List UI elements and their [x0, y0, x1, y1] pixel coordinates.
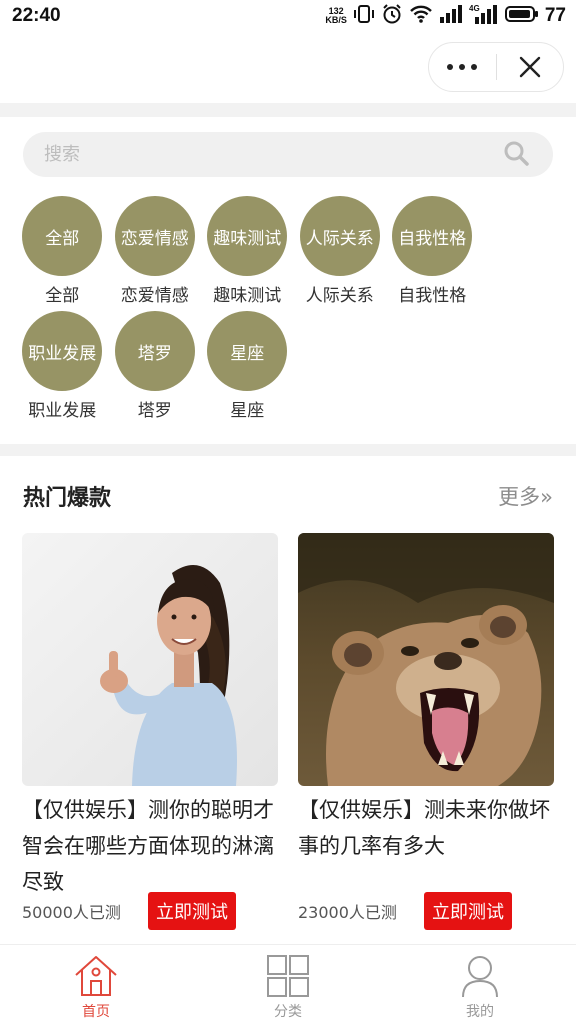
hot-section-title: 热门爆款: [23, 476, 132, 512]
quiz-thumbnail-woman-thumbs-up[interactable]: [22, 533, 278, 786]
status-bar: 22:40 132 KB/S 4G 77: [0, 0, 576, 32]
tab-label: 分类: [274, 1004, 302, 1020]
wifi-icon: [409, 4, 433, 28]
net-speed: 132 KB/S: [325, 7, 347, 25]
category-circle[interactable]: 恋爱情感: [114, 196, 195, 276]
category-label: 自我性格: [398, 286, 467, 306]
category-circle[interactable]: 全部: [22, 196, 103, 276]
quiz-footer: 23000人已测 立即测试: [298, 892, 554, 930]
category-label: 职业发展: [28, 401, 97, 421]
network-type-label: 4G: [469, 4, 480, 13]
more-dots-icon: [447, 64, 478, 70]
category-circle[interactable]: 人际关系: [299, 196, 380, 276]
search-input[interactable]: [44, 144, 464, 165]
signal-4g-icon: 4G: [469, 3, 499, 29]
section-divider: [0, 444, 576, 456]
alarm-icon: [381, 3, 403, 29]
grid-icon: [267, 955, 309, 997]
net-speed-unit: KB/S: [325, 15, 347, 25]
tab-label: 首页: [82, 1004, 110, 1020]
category-grid: 全部 全部 恋爱情感 恋爱情感 趣味测试 趣味测试 人际关系 人际关系 自我性格…: [16, 196, 564, 426]
more-link[interactable]: 更多»: [498, 481, 553, 511]
more-menu-button[interactable]: [429, 43, 496, 91]
quiz-card[interactable]: 【仅供娱乐】测你的聪明才智会在哪些方面体现的淋漓尽致 50000人已测 立即测试: [22, 533, 278, 930]
category-item-career[interactable]: 职业发展 职业发展: [16, 311, 109, 426]
search-icon[interactable]: [503, 140, 529, 170]
search-bar[interactable]: [23, 132, 553, 177]
category-item-love[interactable]: 恋爱情感 恋爱情感: [109, 196, 202, 311]
start-test-button[interactable]: 立即测试: [148, 892, 236, 930]
battery-level: 77: [544, 5, 566, 26]
battery-icon: [504, 5, 539, 27]
status-icons: 132 KB/S 4G 77: [325, 3, 566, 29]
category-item-horoscope[interactable]: 星座 星座: [201, 311, 294, 426]
home-icon: [75, 956, 117, 996]
category-label: 趣味测试: [213, 286, 282, 306]
bottom-tab-bar: 首页 分类 我的: [0, 944, 576, 1024]
status-time: 22:40: [12, 5, 61, 26]
page: 22:40 132 KB/S 4G 77 搜索 全部 全部 恋爱情感 恋爱情感 …: [0, 0, 576, 1024]
section-divider: [0, 103, 576, 117]
user-icon: [462, 956, 498, 998]
category-label: 全部: [45, 286, 80, 306]
close-icon: [519, 56, 540, 78]
quiz-thumbnail-roaring-lioness[interactable]: [298, 533, 554, 786]
quiz-footer: 50000人已测 立即测试: [22, 892, 278, 930]
tab-category[interactable]: 分类: [192, 945, 384, 1024]
tab-home[interactable]: 首页: [0, 945, 192, 1024]
quiz-title[interactable]: 【仅供娱乐】测未来你做坏事的几率有多大: [298, 792, 554, 892]
quiz-participant-count: 50000人已测: [22, 903, 121, 922]
tab-profile[interactable]: 我的: [384, 945, 576, 1024]
vibrate-icon: [353, 3, 375, 29]
quiz-title[interactable]: 【仅供娱乐】测你的聪明才智会在哪些方面体现的淋漓尽致: [22, 792, 278, 892]
category-label: 恋爱情感: [120, 286, 189, 306]
category-circle[interactable]: 自我性格: [392, 196, 473, 276]
category-label: 人际关系: [305, 286, 374, 306]
category-circle[interactable]: 星座: [207, 311, 288, 391]
hot-list: 【仅供娱乐】测你的聪明才智会在哪些方面体现的淋漓尽致 50000人已测 立即测试: [22, 533, 554, 930]
category-item-tarot[interactable]: 塔罗 塔罗: [109, 311, 202, 426]
capsule-menu: [428, 42, 564, 92]
start-test-button[interactable]: 立即测试: [424, 892, 512, 930]
quiz-card[interactable]: 【仅供娱乐】测未来你做坏事的几率有多大 23000人已测 立即测试: [298, 533, 554, 930]
category-item-personality[interactable]: 自我性格 自我性格: [386, 196, 479, 311]
close-button[interactable]: [497, 43, 564, 91]
category-circle[interactable]: 趣味测试: [207, 196, 288, 276]
quiz-participant-count: 23000人已测: [298, 903, 397, 922]
category-label: 塔罗: [137, 401, 172, 421]
signal-icon: [439, 4, 463, 28]
category-item-all[interactable]: 全部 全部: [16, 196, 109, 311]
category-label: 星座: [230, 401, 265, 421]
category-item-fun[interactable]: 趣味测试 趣味测试: [201, 196, 294, 311]
hot-section-header: 热门爆款 更多»: [23, 476, 553, 514]
category-circle[interactable]: 职业发展: [22, 311, 103, 391]
category-circle[interactable]: 塔罗: [114, 311, 195, 391]
tab-label: 我的: [466, 1004, 494, 1020]
category-item-relationships[interactable]: 人际关系 人际关系: [294, 196, 387, 311]
